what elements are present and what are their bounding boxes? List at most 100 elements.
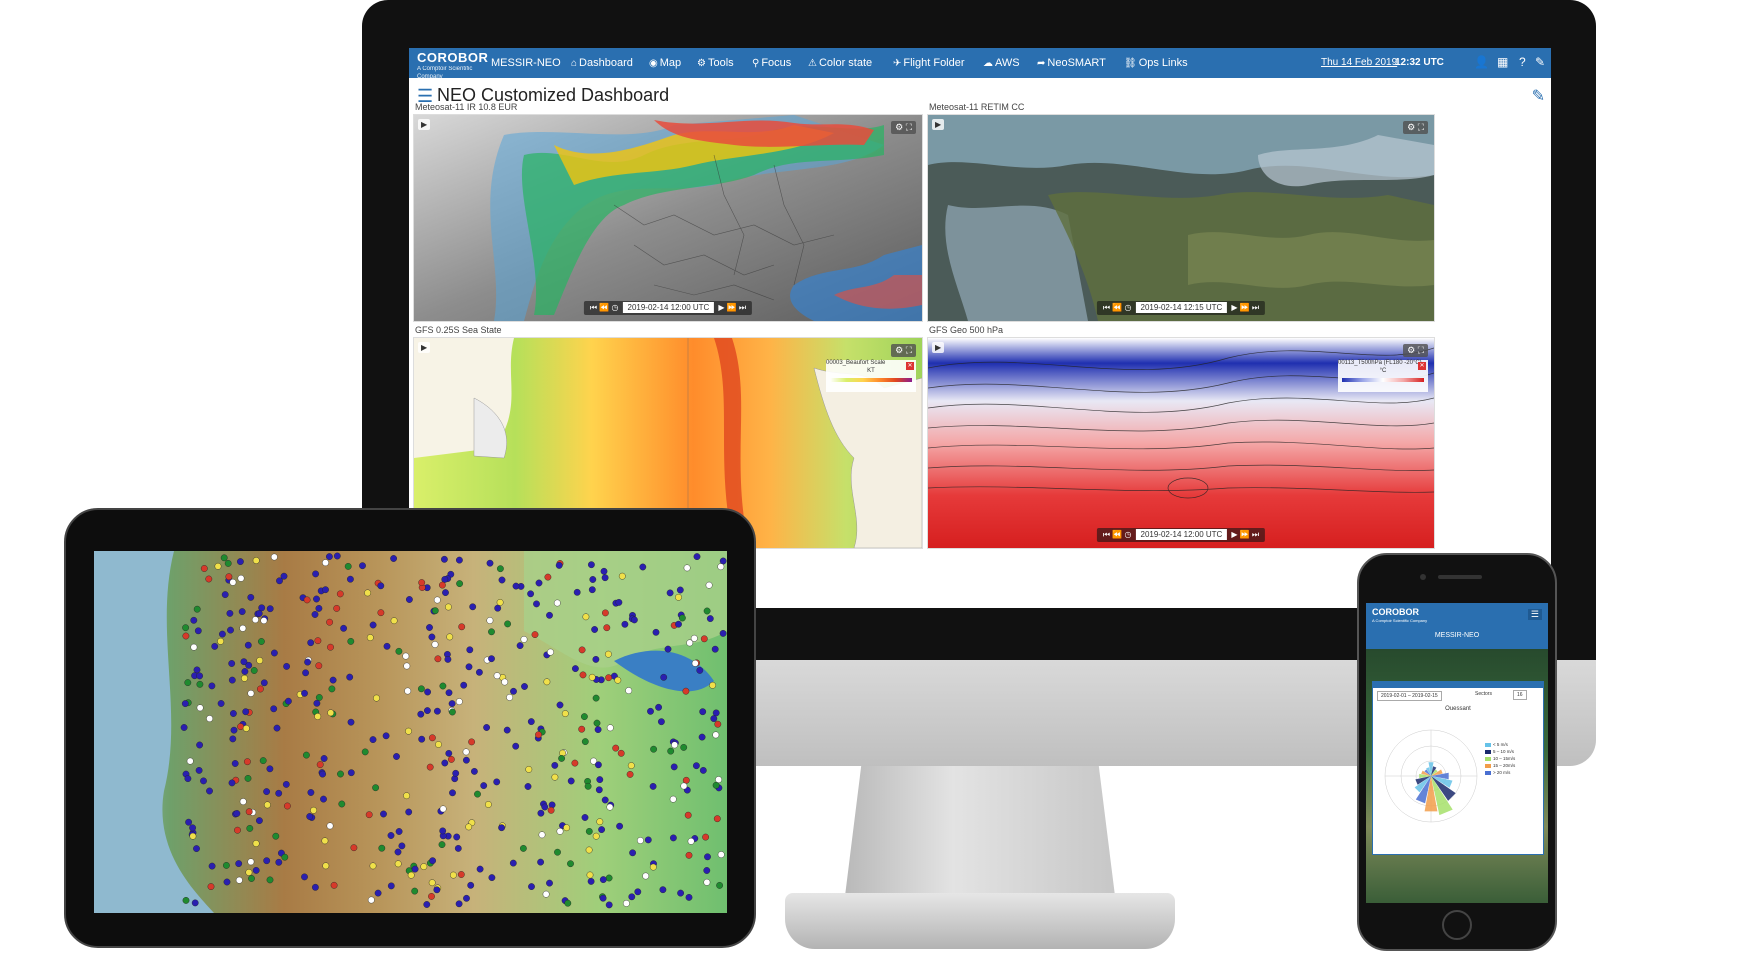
station-marker[interactable] (229, 735, 237, 743)
station-marker[interactable] (255, 610, 263, 617)
station-marker[interactable] (693, 762, 700, 770)
station-marker[interactable] (578, 725, 586, 733)
station-marker[interactable] (438, 841, 446, 848)
station-marker[interactable] (468, 738, 475, 746)
station-marker[interactable] (543, 678, 551, 686)
station-marker[interactable] (418, 579, 426, 586)
station-marker[interactable] (710, 715, 718, 723)
station-marker[interactable] (252, 840, 260, 847)
station-marker[interactable] (535, 579, 543, 587)
station-marker[interactable] (642, 872, 650, 880)
station-marker[interactable] (194, 627, 202, 635)
station-marker[interactable] (683, 564, 691, 572)
station-marker[interactable] (229, 710, 237, 717)
station-marker[interactable] (258, 604, 266, 612)
station-marker[interactable] (462, 756, 470, 764)
station-marker[interactable] (463, 894, 470, 902)
station-marker[interactable] (440, 555, 448, 563)
station-marker[interactable] (333, 605, 341, 612)
station-marker[interactable] (420, 863, 428, 870)
station-marker[interactable] (252, 557, 260, 564)
nav-aws[interactable]: ☁ AWS (983, 57, 1020, 69)
station-marker[interactable] (439, 827, 447, 835)
station-marker[interactable] (454, 844, 462, 852)
station-marker[interactable] (284, 697, 292, 705)
sectors-select[interactable]: 16 (1513, 690, 1527, 700)
station-marker[interactable] (383, 642, 391, 650)
station-marker[interactable] (520, 636, 528, 643)
station-marker[interactable] (230, 726, 238, 734)
station-marker[interactable] (266, 605, 274, 613)
station-marker[interactable] (571, 665, 579, 673)
station-marker[interactable] (227, 626, 234, 634)
station-marker[interactable] (350, 844, 358, 852)
station-marker[interactable] (589, 576, 597, 583)
station-marker[interactable] (705, 581, 713, 589)
station-marker[interactable] (709, 681, 716, 689)
station-marker[interactable] (374, 889, 382, 897)
station-marker[interactable] (411, 865, 419, 873)
station-marker[interactable] (465, 823, 473, 831)
phone-home-button[interactable] (1442, 910, 1472, 940)
station-marker[interactable] (647, 707, 654, 715)
station-marker[interactable] (448, 708, 456, 716)
station-marker[interactable] (394, 860, 402, 868)
station-marker[interactable] (715, 776, 722, 784)
current-date[interactable]: Thu 14 Feb 2019 (1321, 57, 1397, 68)
station-marker[interactable] (260, 679, 268, 687)
station-marker[interactable] (626, 770, 634, 778)
station-marker[interactable] (282, 780, 290, 788)
station-marker[interactable] (206, 787, 213, 795)
station-marker[interactable] (564, 899, 572, 907)
station-marker[interactable] (257, 638, 265, 645)
station-marker[interactable] (185, 818, 193, 826)
station-marker[interactable] (588, 673, 596, 681)
station-marker[interactable] (233, 810, 241, 817)
station-marker[interactable] (506, 693, 513, 701)
station-marker[interactable] (196, 741, 204, 749)
station-marker[interactable] (272, 832, 280, 840)
station-marker[interactable] (666, 589, 674, 597)
station-marker[interactable] (605, 874, 613, 882)
station-marker[interactable] (531, 631, 539, 639)
station-marker[interactable] (676, 586, 684, 594)
station-marker[interactable] (313, 595, 320, 603)
station-marker[interactable] (644, 836, 652, 844)
station-marker[interactable] (650, 745, 657, 753)
station-marker[interactable] (237, 723, 245, 731)
station-marker[interactable] (510, 687, 517, 695)
station-marker[interactable] (319, 770, 327, 778)
station-marker[interactable] (260, 617, 268, 625)
station-marker[interactable] (546, 611, 553, 619)
station-marker[interactable] (347, 718, 355, 726)
station-marker[interactable] (424, 688, 431, 696)
station-marker[interactable] (600, 567, 608, 575)
station-marker[interactable] (322, 862, 330, 870)
station-marker[interactable] (614, 676, 622, 684)
station-marker[interactable] (315, 605, 323, 612)
station-marker[interactable] (595, 786, 603, 794)
station-marker[interactable] (322, 559, 329, 567)
station-marker[interactable] (280, 572, 288, 580)
station-marker[interactable] (580, 713, 588, 721)
station-marker[interactable] (533, 600, 540, 608)
station-marker[interactable] (581, 814, 589, 821)
station-marker[interactable] (223, 878, 231, 886)
station-marker[interactable] (372, 784, 379, 792)
station-marker[interactable] (428, 892, 435, 900)
station-marker[interactable] (411, 887, 419, 895)
station-marker[interactable] (453, 833, 461, 841)
station-marker[interactable] (616, 822, 623, 830)
station-marker[interactable] (307, 789, 315, 796)
station-marker[interactable] (591, 626, 598, 633)
station-marker[interactable] (241, 674, 248, 682)
time-slider[interactable]: ⏮ ⏪ ◷ 2019-02-14 12:00 UTC ▶ ⏩ ⏭ (1096, 528, 1266, 542)
station-marker[interactable] (631, 616, 638, 624)
station-marker[interactable] (229, 578, 237, 586)
station-marker[interactable] (310, 806, 318, 814)
station-marker[interactable] (592, 694, 600, 702)
station-marker[interactable] (470, 767, 478, 775)
station-marker[interactable] (465, 663, 473, 671)
brand-logo[interactable]: COROBOR A Comptoir Scientific Company (417, 51, 488, 81)
station-marker[interactable] (455, 698, 463, 706)
